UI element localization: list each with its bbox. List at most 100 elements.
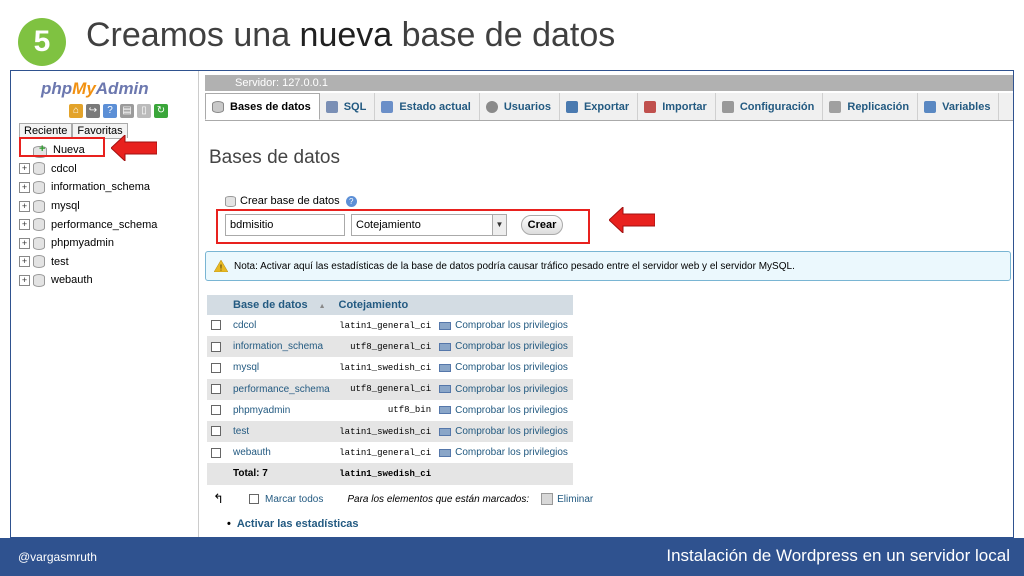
tree-item-test[interactable]: + test bbox=[19, 253, 195, 272]
create-button[interactable]: Crear bbox=[521, 215, 563, 235]
check-all-link[interactable]: Marcar todos bbox=[265, 494, 323, 505]
row-privileges[interactable]: Comprobar los privilegios bbox=[435, 399, 573, 421]
total-label: Total: 7 bbox=[229, 463, 335, 485]
tab-estado-actual[interactable]: Estado actual bbox=[375, 93, 480, 120]
tab-reciente[interactable]: Reciente bbox=[19, 123, 73, 138]
tab-variables[interactable]: Variables bbox=[918, 93, 1000, 120]
row-checkbox-cell bbox=[207, 378, 229, 400]
privileges-label: Comprobar los privilegios bbox=[455, 320, 568, 332]
check-privileges-link[interactable]: Comprobar los privilegios bbox=[439, 320, 569, 331]
expand-icon[interactable]: + bbox=[19, 237, 30, 249]
import-icon bbox=[644, 100, 657, 113]
expand-icon[interactable]: + bbox=[19, 163, 30, 175]
delete-icon[interactable] bbox=[541, 493, 554, 505]
help-icon[interactable]: ? bbox=[103, 104, 117, 118]
phpmyadmin-logo[interactable]: phpMyAdmin bbox=[41, 79, 149, 99]
tab-label: Estado actual bbox=[399, 100, 471, 113]
row-checkbox[interactable] bbox=[211, 362, 221, 373]
table-row: information_schema utf8_general_ci Compr… bbox=[207, 336, 573, 358]
enable-statistics-link[interactable]: Activar las estadísticas bbox=[227, 518, 359, 530]
row-privileges[interactable]: Comprobar los privilegios bbox=[435, 336, 573, 358]
tree-item-webauth[interactable]: + webauth bbox=[19, 271, 195, 290]
exit-icon[interactable]: ↪ bbox=[86, 104, 100, 118]
row-privileges[interactable]: Comprobar los privilegios bbox=[435, 315, 573, 337]
header-database-name[interactable]: Base de datos ▲ bbox=[229, 295, 335, 315]
check-privileges-link[interactable]: Comprobar los privilegios bbox=[439, 405, 569, 416]
expand-icon[interactable]: + bbox=[19, 181, 30, 193]
status-icon bbox=[381, 100, 394, 113]
title-part1: Creamos una bbox=[86, 16, 300, 54]
table-row: test latin1_swedish_ci Comprobar los pri… bbox=[207, 420, 573, 443]
wrench-icon bbox=[721, 100, 734, 113]
docs-icon[interactable]: ▤ bbox=[120, 104, 134, 118]
header-collation[interactable]: Cotejamiento bbox=[334, 295, 436, 315]
row-database-name[interactable]: phpmyadmin bbox=[229, 399, 335, 421]
row-checkbox[interactable] bbox=[211, 320, 221, 331]
delete-link[interactable]: Eliminar bbox=[557, 494, 593, 505]
tree-item-cdcol[interactable]: + cdcol bbox=[19, 160, 195, 179]
row-database-name[interactable]: test bbox=[229, 420, 335, 443]
breadcrumb-server[interactable]: Servidor: 127.0.0.1 bbox=[235, 77, 328, 89]
row-checkbox[interactable] bbox=[211, 384, 221, 395]
expand-icon[interactable]: + bbox=[19, 219, 30, 231]
row-checkbox[interactable] bbox=[211, 426, 221, 437]
row-checkbox[interactable] bbox=[211, 447, 221, 458]
row-checkbox[interactable] bbox=[211, 405, 221, 416]
reload-icon[interactable]: ↻ bbox=[154, 104, 168, 118]
variables-icon bbox=[924, 100, 937, 113]
check-privileges-link[interactable]: Comprobar los privilegios bbox=[439, 341, 569, 352]
check-all-checkbox[interactable] bbox=[249, 494, 259, 504]
database-icon bbox=[33, 255, 45, 269]
row-privileges[interactable]: Comprobar los privilegios bbox=[435, 442, 573, 464]
tab-replicacion[interactable]: Replicación bbox=[823, 93, 919, 120]
privileges-icon bbox=[439, 321, 452, 330]
tab-usuarios[interactable]: Usuarios bbox=[480, 93, 560, 120]
expand-icon[interactable]: + bbox=[19, 274, 30, 286]
page-title: Bases de datos bbox=[209, 147, 340, 168]
check-privileges-link[interactable]: Comprobar los privilegios bbox=[439, 362, 569, 373]
slide-footer: @vargasmruth Instalación de Wordpress en… bbox=[0, 538, 1024, 576]
expand-icon[interactable]: + bbox=[19, 200, 30, 212]
tab-sql[interactable]: SQL bbox=[320, 93, 376, 120]
collation-select[interactable]: Cotejamiento ▼ bbox=[351, 214, 507, 236]
header-name-label: Base de datos bbox=[233, 299, 308, 311]
tab-bases-de-datos[interactable]: Bases de datos bbox=[205, 93, 320, 120]
tab-label: SQL bbox=[343, 100, 367, 113]
create-label-text: Crear base de datos bbox=[240, 195, 340, 207]
table-header: Base de datos ▲ Cotejamiento bbox=[207, 295, 573, 315]
help-icon[interactable]: ? bbox=[345, 195, 357, 207]
red-arrow-left bbox=[111, 135, 157, 161]
row-collation: latin1_swedish_ci bbox=[334, 357, 436, 379]
chevron-down-icon: ▼ bbox=[492, 215, 506, 235]
row-database-name[interactable]: webauth bbox=[229, 442, 335, 464]
row-privileges[interactable]: Comprobar los privilegios bbox=[435, 378, 573, 400]
settings-icon[interactable]: ▯ bbox=[137, 104, 151, 118]
tree-item-information-schema[interactable]: + information_schema bbox=[19, 178, 195, 197]
step-badge: 5 bbox=[18, 18, 66, 66]
database-name-input[interactable]: bdmisitio bbox=[225, 214, 345, 236]
new-database-icon bbox=[225, 195, 236, 207]
row-database-name[interactable]: information_schema bbox=[229, 336, 335, 358]
row-checkbox[interactable] bbox=[211, 341, 221, 352]
tree-item-phpmyadmin[interactable]: + phpmyadmin bbox=[19, 234, 195, 253]
expand-icon[interactable]: + bbox=[19, 256, 30, 268]
check-privileges-link[interactable]: Comprobar los privilegios bbox=[439, 384, 569, 395]
slide-title: Creamos una nueva base de datos bbox=[86, 16, 615, 55]
total-empty-cell bbox=[435, 463, 573, 485]
row-database-name[interactable]: mysql bbox=[229, 357, 335, 379]
row-privileges[interactable]: Comprobar los privilegios bbox=[435, 420, 573, 443]
tree-item-mysql[interactable]: + mysql bbox=[19, 197, 195, 216]
check-privileges-link[interactable]: Comprobar los privilegios bbox=[439, 447, 569, 458]
tab-configuracion[interactable]: Configuración bbox=[716, 93, 824, 120]
databases-table: Base de datos ▲ Cotejamiento cdcol latin… bbox=[207, 295, 573, 485]
check-privileges-link[interactable]: Comprobar los privilegios bbox=[439, 426, 569, 437]
tab-exportar[interactable]: Exportar bbox=[560, 93, 639, 120]
home-icon[interactable]: ⌂ bbox=[69, 104, 83, 118]
svg-text:!: ! bbox=[220, 264, 222, 273]
row-database-name[interactable]: performance_schema bbox=[229, 378, 335, 400]
logo-my: My bbox=[72, 79, 96, 98]
tree-item-performance-schema[interactable]: + performance_schema bbox=[19, 215, 195, 234]
tab-importar[interactable]: Importar bbox=[638, 93, 716, 120]
row-privileges[interactable]: Comprobar los privilegios bbox=[435, 357, 573, 379]
row-database-name[interactable]: cdcol bbox=[229, 315, 335, 337]
